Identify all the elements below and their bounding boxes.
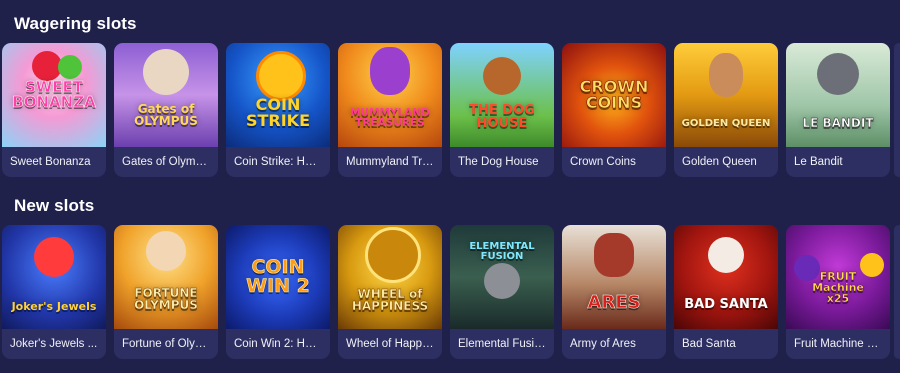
game-thumbnail: CROWN COINS [562, 43, 666, 147]
game-thumbnail: ELEMENTAL FUSION [450, 225, 554, 329]
game-name: Mummyland Tre... [346, 156, 439, 168]
game-name: Crown Coins [570, 156, 636, 168]
game-name: Gates of Olymp... [122, 156, 212, 168]
next-card-peek [894, 43, 900, 177]
game-thumbnail: COIN STRIKE [226, 43, 330, 147]
game-card-fruit-machine-x25[interactable]: FRUIT Machine x25 Fruit Machine x... [786, 225, 890, 359]
game-name: Wheel of Happi... [346, 338, 435, 350]
game-art-title: BAD SANTA [684, 296, 768, 312]
game-card-coin-strike[interactable]: COIN STRIKE Coin Strike: Hol... [226, 43, 330, 177]
game-name: Coin Win 2: Hol... [234, 338, 324, 350]
game-name: Fortune of Olym... [122, 338, 215, 350]
game-thumbnail: FRUIT Machine x25 [786, 225, 890, 329]
game-card-wheel-of-happiness[interactable]: WHEEL of HAPPINESS Wheel of Happi... [338, 225, 442, 359]
wagering-slots-row: SWEET BONANZA Sweet Bonanza Gates of OLY… [2, 43, 890, 177]
game-thumbnail: BAD SANTA [674, 225, 778, 329]
game-card-mummyland-treasures[interactable]: MUMMYLAND TREASURES Mummyland Tre... [338, 43, 442, 177]
game-thumbnail: GOLDEN QUEEN [674, 43, 778, 147]
game-thumbnail: COIN WIN 2 [226, 225, 330, 329]
game-name: Le Bandit [794, 156, 843, 168]
game-name: Sweet Bonanza [10, 156, 91, 168]
game-art-title: COIN STRIKE [245, 95, 311, 130]
game-card-elemental-fusion[interactable]: ELEMENTAL FUSION Elemental Fusion [450, 225, 554, 359]
game-art-title: MUMMYLAND TREASURES [350, 106, 430, 129]
game-art-title: LE BANDIT [802, 116, 874, 130]
game-thumbnail: ARES [562, 225, 666, 329]
game-art-title: WHEEL of HAPPINESS [351, 287, 429, 313]
game-thumbnail: MUMMYLAND TREASURES [338, 43, 442, 147]
game-art-title: SWEET BONANZA [12, 78, 96, 111]
game-card-golden-queen[interactable]: GOLDEN QUEEN Golden Queen [674, 43, 778, 177]
game-card-jokers-jewels[interactable]: Joker's Jewels Joker's Jewels ... [2, 225, 106, 359]
section-title-wagering-slots: Wagering slots [14, 14, 137, 33]
game-name: Coin Strike: Hol... [234, 156, 324, 168]
game-card-fortune-of-olympus[interactable]: FORTUNE OLYMPUS Fortune of Olym... [114, 225, 218, 359]
game-art-title: ARES [587, 292, 641, 313]
game-name: Fruit Machine x... [794, 338, 883, 350]
game-name: Bad Santa [682, 338, 736, 350]
game-art-title: FRUIT Machine x25 [812, 269, 864, 305]
game-art-title: CROWN COINS [579, 77, 649, 112]
game-card-the-dog-house[interactable]: THE DOG HOUSE The Dog House [450, 43, 554, 177]
game-card-army-of-ares[interactable]: ARES Army of Ares [562, 225, 666, 359]
game-art-title: Gates of OLYMPUS [134, 102, 198, 128]
game-thumbnail: WHEEL of HAPPINESS [338, 225, 442, 329]
section-title-new-slots: New slots [14, 196, 95, 215]
game-thumbnail: SWEET BONANZA [2, 43, 106, 147]
game-art-title: GOLDEN QUEEN [681, 118, 771, 129]
game-card-sweet-bonanza[interactable]: SWEET BONANZA Sweet Bonanza [2, 43, 106, 177]
game-art-title: THE DOG HOUSE [469, 103, 535, 131]
game-thumbnail: Joker's Jewels [2, 225, 106, 329]
game-name: Joker's Jewels ... [10, 338, 98, 350]
game-card-le-bandit[interactable]: LE BANDIT Le Bandit [786, 43, 890, 177]
new-slots-row: Joker's Jewels Joker's Jewels ... FORTUN… [2, 225, 890, 359]
game-name: Golden Queen [682, 156, 757, 168]
game-name: Army of Ares [570, 338, 636, 350]
game-art-title: COIN WIN 2 [246, 256, 310, 297]
game-thumbnail: THE DOG HOUSE [450, 43, 554, 147]
game-thumbnail: FORTUNE OLYMPUS [114, 225, 218, 329]
game-thumbnail: LE BANDIT [786, 43, 890, 147]
game-art-title: ELEMENTAL FUSION [469, 241, 535, 262]
game-name: The Dog House [458, 156, 539, 168]
game-art-title: Joker's Jewels [11, 299, 97, 313]
game-thumbnail: Gates of OLYMPUS [114, 43, 218, 147]
game-card-crown-coins[interactable]: CROWN COINS Crown Coins [562, 43, 666, 177]
game-card-gates-of-olympus[interactable]: Gates of OLYMPUS Gates of Olymp... [114, 43, 218, 177]
game-art-title: FORTUNE OLYMPUS [134, 286, 198, 312]
game-card-coin-win-2[interactable]: COIN WIN 2 Coin Win 2: Hol... [226, 225, 330, 359]
next-card-peek [894, 225, 900, 359]
game-name: Elemental Fusion [458, 338, 547, 350]
game-card-bad-santa[interactable]: BAD SANTA Bad Santa [674, 225, 778, 359]
